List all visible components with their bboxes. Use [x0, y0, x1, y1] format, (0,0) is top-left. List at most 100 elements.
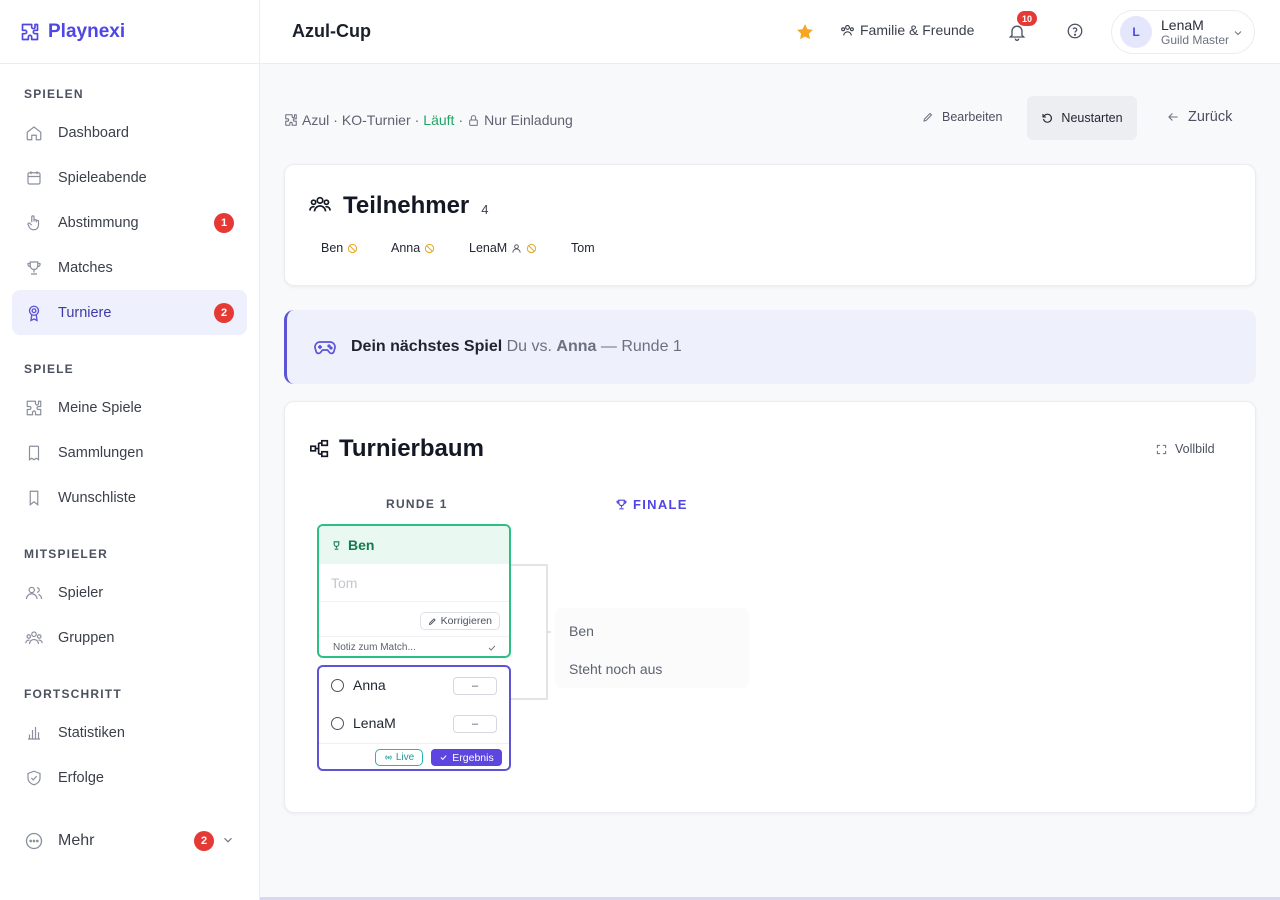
trophy-icon	[331, 540, 342, 551]
sidebar-item-abstimmung[interactable]: Abstimmung 1	[12, 200, 247, 245]
sidebar: Playnexi SPIELEN SPIELE MITSPIELER FORTS…	[0, 0, 260, 900]
bar-chart-icon	[24, 723, 44, 743]
bracket-icon	[309, 438, 331, 460]
next-game-banner[interactable]: Dein nächstes Spiel Du vs. Anna — Runde …	[284, 310, 1256, 384]
sidebar-item-label: Turniere	[58, 304, 112, 321]
group-icon	[840, 23, 855, 38]
participant-item: Anna	[391, 241, 435, 255]
top-bar: Azul-Cup Familie & Freunde 10 L LenaM Gu…	[260, 0, 1280, 64]
sidebar-item-label: Spieleabende	[58, 169, 147, 186]
bookmark-icon	[24, 488, 44, 508]
rotate-ccw-icon	[1041, 112, 1053, 124]
arrow-left-icon	[1166, 110, 1180, 124]
section-title-mitspieler: MITSPIELER	[24, 547, 109, 561]
notification-badge: 10	[1017, 11, 1037, 26]
match-winner-row: Ben	[319, 526, 509, 564]
bracket-connector	[511, 564, 551, 700]
sidebar-item-label: Erfolge	[58, 769, 104, 786]
match-footer-divider	[319, 743, 509, 744]
match-player-name: Anna	[353, 677, 386, 693]
sidebar-item-erfolge[interactable]: Erfolge	[12, 755, 247, 800]
user-name: LenaM	[1161, 16, 1204, 33]
sidebar-item-spieler[interactable]: Spieler	[12, 570, 247, 615]
final-player-a: Ben	[569, 623, 594, 639]
check-icon[interactable]	[487, 643, 497, 653]
sidebar-item-label: Mehr	[58, 831, 95, 849]
match-card-2[interactable]: Anna – LenaM – Live Ergebnis	[317, 665, 511, 771]
meta-separator: ·	[414, 112, 420, 128]
result-button[interactable]: Ergebnis	[431, 749, 502, 766]
puzzle-icon	[24, 398, 44, 418]
eliminated-icon	[347, 243, 358, 254]
final-match-card[interactable]: Ben Steht noch aus	[555, 608, 749, 688]
participants-card: Teilnehmer 4 Ben Anna LenaM Tom	[284, 164, 1256, 286]
match-note-input[interactable]: Notiz zum Match...	[319, 636, 509, 656]
eliminated-icon	[526, 243, 537, 254]
round-1-label: RUNDE 1	[386, 497, 448, 511]
participant-name: LenaM	[469, 241, 508, 255]
chevron-down-icon	[221, 833, 235, 847]
fullscreen-button[interactable]: Vollbild	[1156, 442, 1215, 456]
sidebar-item-statistiken[interactable]: Statistiken	[12, 710, 247, 755]
help-icon[interactable]	[1066, 22, 1084, 40]
edit-button[interactable]: Bearbeiten	[922, 110, 1002, 124]
winner-radio[interactable]	[331, 678, 344, 692]
participant-name: Tom	[571, 241, 595, 255]
live-button[interactable]: Live	[375, 749, 423, 766]
shield-check-icon	[24, 768, 44, 788]
maximize-icon	[1156, 444, 1167, 455]
sidebar-item-label: Spieler	[58, 584, 104, 601]
match-loser-row: Tom	[319, 564, 509, 602]
sidebar-item-label: Abstimmung	[58, 214, 139, 231]
meta-game: Azul	[302, 112, 330, 128]
bracket-card: Turnierbaum Vollbild RUNDE 1 FINALE Ben …	[284, 401, 1256, 813]
match-card-1[interactable]: Ben Tom Korrigieren Notiz zum Match...	[317, 524, 511, 658]
sidebar-item-sammlungen[interactable]: Sammlungen	[12, 430, 247, 475]
restart-button[interactable]: Neustarten	[1027, 96, 1137, 140]
meta-separator: ·	[458, 112, 464, 128]
trophy-icon	[24, 258, 44, 278]
more-dots-icon	[24, 831, 44, 851]
page-title: Azul-Cup	[292, 21, 371, 41]
bracket-title: Turnierbaum	[339, 435, 484, 462]
sidebar-item-label: Matches	[58, 259, 113, 276]
back-button[interactable]: Zurück	[1166, 109, 1232, 125]
broadcast-icon	[384, 753, 393, 762]
final-player-b: Steht noch aus	[569, 661, 663, 677]
more-count-badge: 2	[194, 830, 214, 851]
sidebar-item-dashboard[interactable]: Dashboard	[12, 110, 247, 155]
sidebar-item-gruppen[interactable]: Gruppen	[12, 615, 247, 660]
meta-status: Läuft	[423, 112, 455, 128]
avatar: L	[1120, 16, 1152, 48]
tournament-count-badge: 2	[214, 302, 234, 323]
brand[interactable]: Playnexi	[0, 0, 259, 64]
participant-name: Anna	[391, 241, 421, 255]
sidebar-item-mehr[interactable]: Mehr 2	[12, 818, 247, 863]
sidebar-item-matches[interactable]: Matches	[12, 245, 247, 290]
score-input[interactable]: –	[453, 677, 497, 695]
participant-name: Ben	[321, 241, 344, 255]
sidebar-item-wunschliste[interactable]: Wunschliste	[12, 475, 247, 520]
users-icon	[24, 583, 44, 603]
match-player-row[interactable]: LenaM	[331, 715, 396, 731]
next-game-round: — Runde 1	[600, 338, 682, 355]
sidebar-item-spieleabende[interactable]: Spieleabende	[12, 155, 247, 200]
live-button-label: Live	[395, 752, 415, 763]
correct-result-button[interactable]: Korrigieren	[419, 612, 500, 630]
participants-count: 4	[481, 202, 489, 217]
match-player-row[interactable]: Anna	[331, 677, 386, 693]
award-icon	[24, 303, 44, 323]
section-title-spielen: SPIELEN	[24, 87, 84, 101]
correct-result-label: Korrigieren	[440, 615, 492, 627]
users-icon	[309, 194, 331, 216]
brand-name: Playnexi	[48, 20, 126, 42]
participant-item: Tom	[571, 241, 595, 255]
winner-radio[interactable]	[331, 716, 344, 730]
calendar-icon	[24, 168, 44, 188]
sidebar-item-meine-spiele[interactable]: Meine Spiele	[12, 385, 247, 430]
star-favorite-icon[interactable]	[795, 22, 815, 42]
score-input[interactable]: –	[453, 715, 497, 733]
group-selector[interactable]: Familie & Freunde	[840, 22, 974, 38]
user-menu[interactable]: L LenaM Guild Master	[1111, 10, 1255, 54]
sidebar-item-turniere[interactable]: Turniere 2	[12, 290, 247, 335]
